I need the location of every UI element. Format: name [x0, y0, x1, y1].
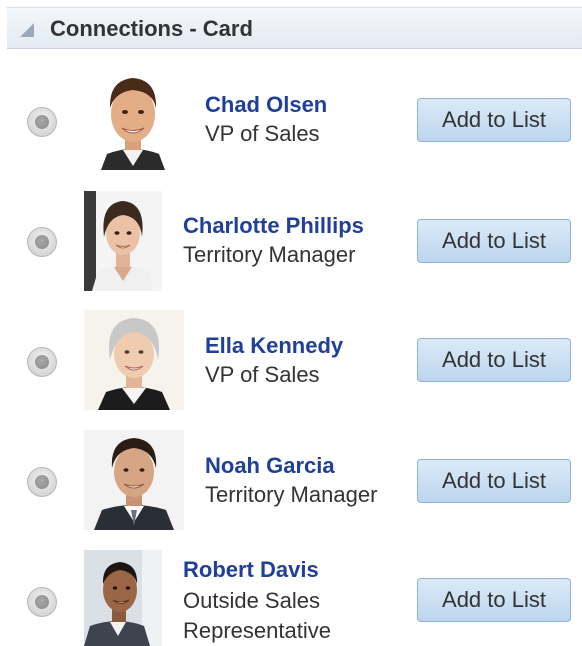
contact-title: VP of Sales [205, 121, 320, 146]
connection-row: Chad Olsen VP of Sales Add to List [0, 62, 582, 182]
contact-title: Territory Manager [205, 482, 378, 507]
add-to-list-button[interactable]: Add to List [417, 459, 571, 503]
connection-row: Ella Kennedy VP of Sales Add to List [0, 302, 582, 422]
select-radio[interactable] [27, 587, 57, 617]
panel-header[interactable]: Connections - Card [7, 7, 582, 49]
select-radio[interactable] [27, 227, 57, 257]
avatar [84, 191, 162, 291]
select-radio[interactable] [27, 467, 57, 497]
collapse-triangle-icon[interactable] [20, 23, 34, 37]
select-radio[interactable] [27, 107, 57, 137]
contact-name-link[interactable]: Robert Davis [183, 557, 319, 583]
add-to-list-button[interactable]: Add to List [417, 338, 571, 382]
panel-title: Connections - Card [50, 16, 253, 41]
contact-name-link[interactable]: Noah Garcia [205, 453, 335, 479]
contact-name-link[interactable]: Chad Olsen [205, 92, 327, 118]
contact-title-line-1: Outside Sales [183, 588, 320, 613]
connections-card-panel: Connections - Card Chad Olsen VP of Sale… [0, 0, 582, 646]
add-to-list-button[interactable]: Add to List [417, 578, 571, 622]
avatar [84, 310, 184, 410]
avatar [84, 550, 162, 646]
add-to-list-button[interactable]: Add to List [417, 98, 571, 142]
contact-name-link[interactable]: Ella Kennedy [205, 333, 343, 359]
contact-title: VP of Sales [205, 362, 320, 387]
connection-row: Noah Garcia Territory Manager Add to Lis… [0, 422, 582, 542]
select-radio[interactable] [27, 347, 57, 377]
add-to-list-button[interactable]: Add to List [417, 219, 571, 263]
contact-title-line-2: Representative [183, 618, 331, 643]
connection-row: Robert Davis Outside Sales Representativ… [0, 542, 582, 646]
contact-title: Territory Manager [183, 242, 356, 267]
contact-name-link[interactable]: Charlotte Phillips [183, 213, 364, 239]
avatar [95, 70, 171, 170]
connection-row: Charlotte Phillips Territory Manager Add… [0, 182, 582, 302]
avatar [84, 430, 184, 530]
